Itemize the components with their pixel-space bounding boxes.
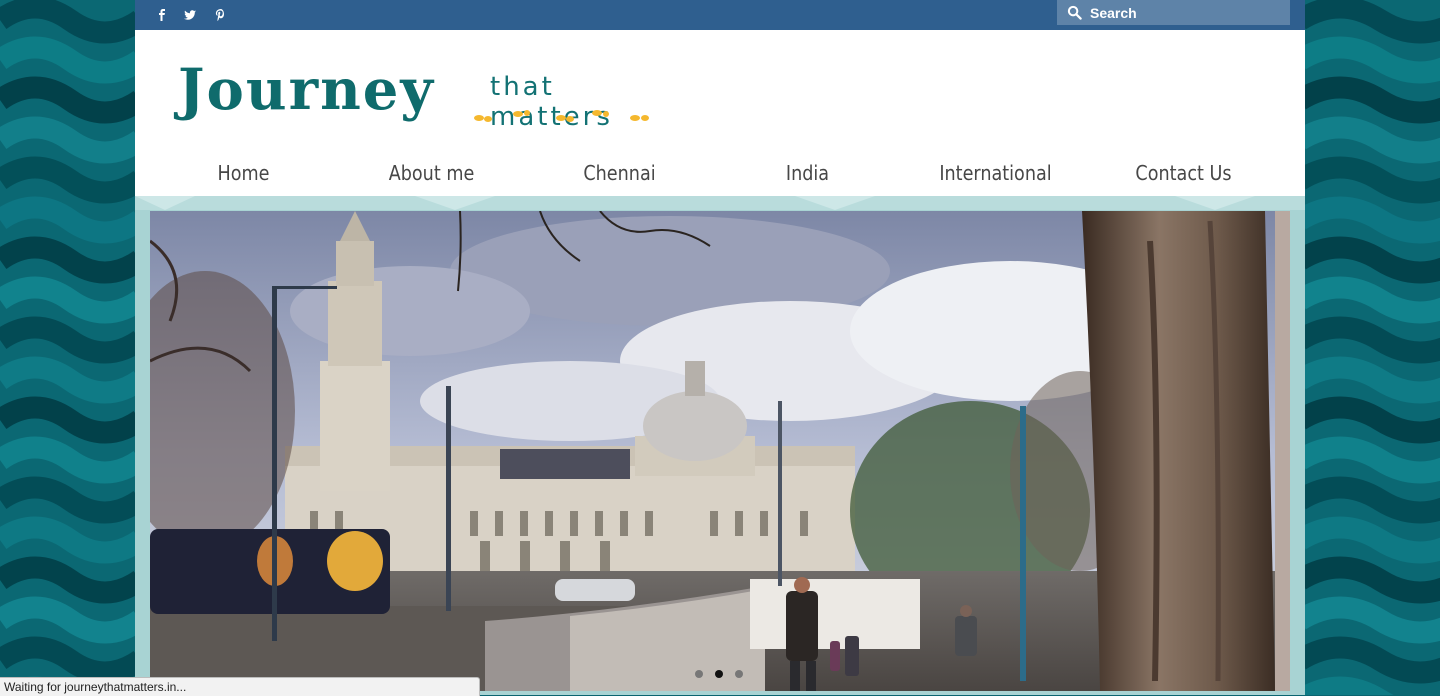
site-logo[interactable]: Journey that matters [175, 52, 675, 132]
slide-photo [150, 211, 1290, 691]
nav-item-home[interactable]: Home [166, 150, 322, 196]
search-icon [1067, 5, 1082, 20]
band-pattern [135, 196, 1305, 210]
page-container: Journey that matters Home About me Chenn… [135, 0, 1305, 695]
twitter-icon [184, 10, 196, 20]
slider-dot-1[interactable] [695, 670, 703, 678]
browser-status-bar: Waiting for journeythatmatters.in... [0, 677, 480, 696]
nav-item-contact[interactable]: Contact Us [1106, 150, 1262, 196]
logo-main-text: Journey [178, 57, 435, 123]
pinterest-icon [215, 9, 224, 21]
nav-item-chennai[interactable]: Chennai [542, 150, 698, 196]
nav-item-india[interactable]: India [730, 150, 886, 196]
top-bar [135, 0, 1305, 30]
slider-dot-3[interactable] [735, 670, 743, 678]
search-input[interactable] [1090, 4, 1280, 21]
facebook-link[interactable] [149, 0, 175, 30]
footprints-icon [474, 110, 649, 122]
pinterest-link[interactable] [208, 0, 234, 30]
slider-band [135, 196, 1305, 695]
facebook-icon [159, 9, 165, 21]
search-box[interactable] [1057, 0, 1290, 25]
main-navigation: Home About me Chennai India Internationa… [135, 150, 1305, 196]
nav-item-about[interactable]: About me [354, 150, 510, 196]
slider-dot-2[interactable] [715, 670, 723, 678]
nav-item-international[interactable]: International [918, 150, 1074, 196]
twitter-link[interactable] [177, 0, 203, 30]
slider-pagination [695, 670, 743, 678]
image-slider[interactable] [150, 211, 1290, 691]
